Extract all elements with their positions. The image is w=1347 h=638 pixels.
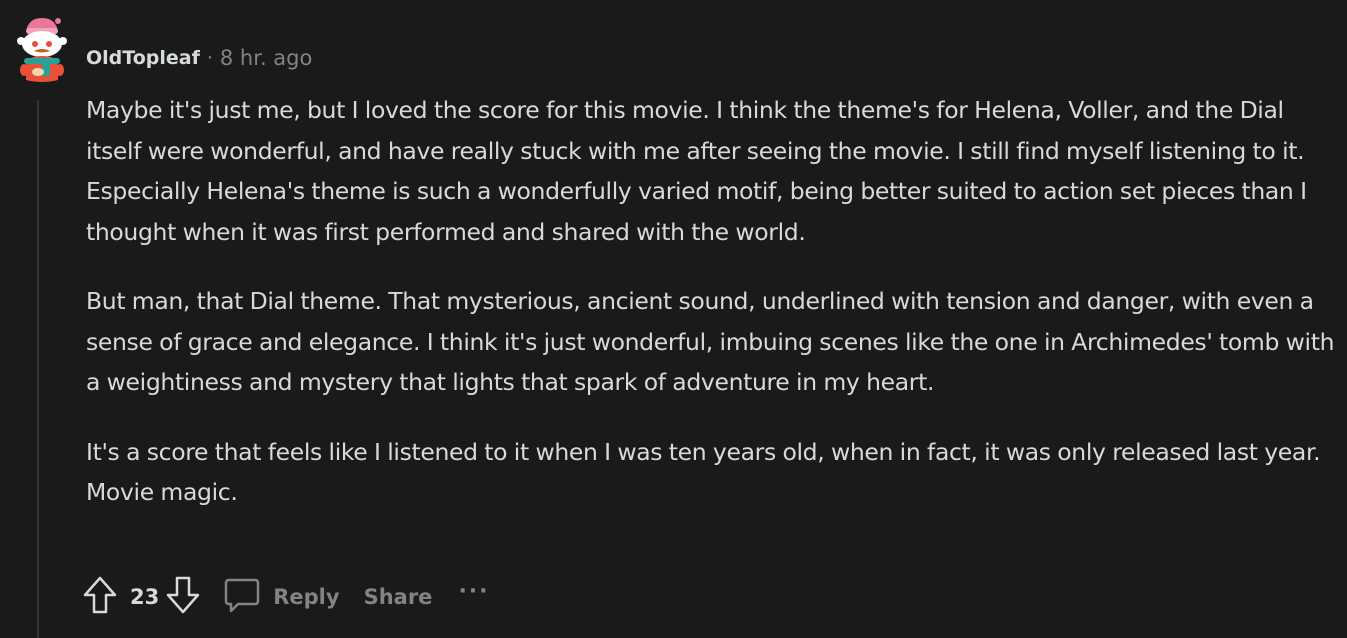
- comment-timestamp[interactable]: 8 hr. ago: [220, 46, 312, 70]
- reply-label: Reply: [273, 585, 340, 609]
- reply-button[interactable]: Reply: [223, 572, 340, 623]
- meta-separator: ·: [206, 47, 213, 69]
- snoo-avatar-icon: [17, 18, 67, 82]
- thread-collapse-line[interactable]: [37, 100, 39, 638]
- comment-paragraph: It's a score that feels like I listened …: [86, 437, 1321, 507]
- user-avatar[interactable]: [12, 14, 68, 84]
- vote-score: 23: [130, 585, 160, 609]
- comment-paragraph: But man, that Dial theme. That mysteriou…: [86, 287, 1335, 396]
- comment-body: Maybe it's just me, but I loved the scor…: [86, 90, 1336, 542]
- share-label: Share: [363, 585, 433, 609]
- comment-paragraph: Maybe it's just me, but I loved the scor…: [86, 96, 1307, 246]
- arrow-up-icon[interactable]: [82, 575, 118, 619]
- comment: OldTopleaf · 8 hr. ago Maybe it's just m…: [0, 0, 1347, 638]
- more-options-button[interactable]: ···: [458, 575, 489, 608]
- more-options-icon: ···: [458, 578, 490, 604]
- arrow-down-icon[interactable]: [165, 575, 201, 619]
- speech-bubble-icon: [223, 576, 261, 619]
- comment-meta: OldTopleaf · 8 hr. ago: [86, 44, 312, 72]
- username-link[interactable]: OldTopleaf: [86, 47, 200, 69]
- share-button[interactable]: Share: [364, 581, 433, 613]
- comment-action-bar: 23 Reply Share ···: [82, 574, 490, 620]
